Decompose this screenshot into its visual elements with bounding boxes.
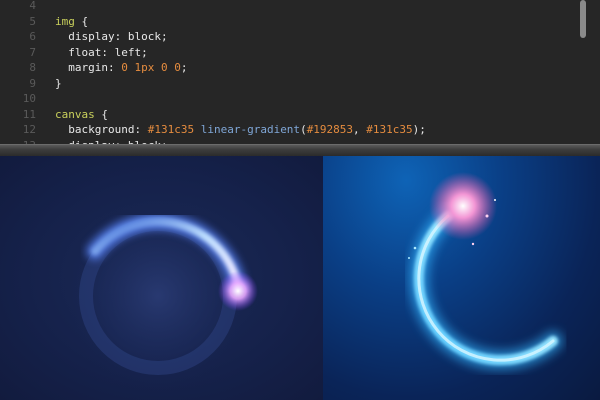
code-token-punc: (	[300, 123, 307, 136]
code-token-punc	[194, 123, 201, 136]
editor-scrollbar-thumb[interactable]	[580, 0, 586, 38]
code-token-prop: margin	[55, 61, 108, 74]
code-text: }	[55, 76, 62, 92]
code-token-prop: float	[55, 45, 102, 59]
line-number: 9	[29, 76, 36, 90]
code-token-punc: ;	[180, 61, 188, 74]
code-token-sel: img	[55, 14, 75, 28]
code-token-sel: canvas	[55, 107, 95, 121]
line-number: 6	[29, 30, 36, 43]
line-number: 5	[29, 14, 36, 28]
sparkle	[408, 257, 410, 259]
code-token-punc: ;	[141, 45, 148, 59]
code-token-num: 0 1px 0 0	[121, 61, 181, 74]
code-line[interactable]: 4	[0, 0, 580, 14]
code-token-punc: ,	[353, 123, 367, 136]
canvas-preview-right	[323, 156, 600, 400]
line-number: 7	[29, 45, 36, 59]
code-token-prop: background	[55, 123, 135, 136]
code-token-punc: :	[134, 123, 148, 136]
code-token-punc: :	[114, 30, 128, 43]
code-token-prop: display	[55, 30, 115, 43]
arc-tip-glow	[218, 271, 258, 311]
code-text: background: #131c35 linear-gradient(#192…	[55, 122, 426, 138]
code-token-punc: ;	[160, 30, 168, 43]
code-line[interactable]: 11 canvas {	[0, 107, 580, 123]
code-token-hex: #131c35	[366, 123, 413, 136]
line-number: 8	[29, 61, 36, 74]
code-line[interactable]: 7 float: left;	[0, 45, 580, 61]
code-text: img {	[55, 14, 88, 30]
code-token-hex: #192853	[306, 123, 354, 136]
code-line[interactable]: 12 background: #131c35 linear-gradient(#…	[0, 122, 580, 138]
arc-tip-glow	[429, 172, 497, 240]
line-number: 4	[29, 0, 36, 12]
glow-arc-right	[408, 172, 563, 371]
sparkle	[471, 242, 475, 246]
code-text: margin: 0 1px 0 0;	[55, 60, 187, 76]
glow-arc-left	[60, 198, 258, 394]
line-number: 12	[22, 123, 36, 136]
line-number: 10	[22, 92, 36, 105]
sparkle	[494, 199, 496, 201]
code-text: canvas {	[55, 107, 108, 123]
code-editor[interactable]: 4 5 img {6 display: block; 7 float: left; 8 …	[0, 0, 600, 144]
code-line[interactable]: 6 display: block;	[0, 29, 580, 45]
code-line[interactable]: 9}	[0, 76, 580, 92]
code-line[interactable]: 8 margin: 0 1px 0 0;	[0, 60, 580, 76]
line-number: 11	[22, 107, 36, 121]
code-token-punc: :	[101, 45, 115, 59]
pane-divider[interactable]	[0, 144, 600, 156]
code-text: display: block;	[55, 29, 168, 45]
code-token-val: block	[127, 30, 161, 43]
sparkle	[413, 246, 417, 250]
code-token-val: left	[114, 45, 142, 59]
code-token-punc: }	[55, 76, 62, 90]
sparkle	[485, 214, 489, 218]
code-token-punc: );	[412, 123, 426, 136]
canvas-preview-left	[0, 156, 323, 400]
code-token-punc: {	[74, 14, 89, 28]
code-token-fn: linear-gradient	[200, 123, 301, 136]
code-text: float: left;	[55, 45, 148, 61]
code-line[interactable]: 5 img {	[0, 14, 580, 30]
code-token-hex: #131c35	[147, 123, 195, 136]
code-line[interactable]: 10	[0, 91, 580, 107]
code-token-punc: :	[107, 61, 122, 74]
code-token-punc: {	[94, 107, 108, 121]
